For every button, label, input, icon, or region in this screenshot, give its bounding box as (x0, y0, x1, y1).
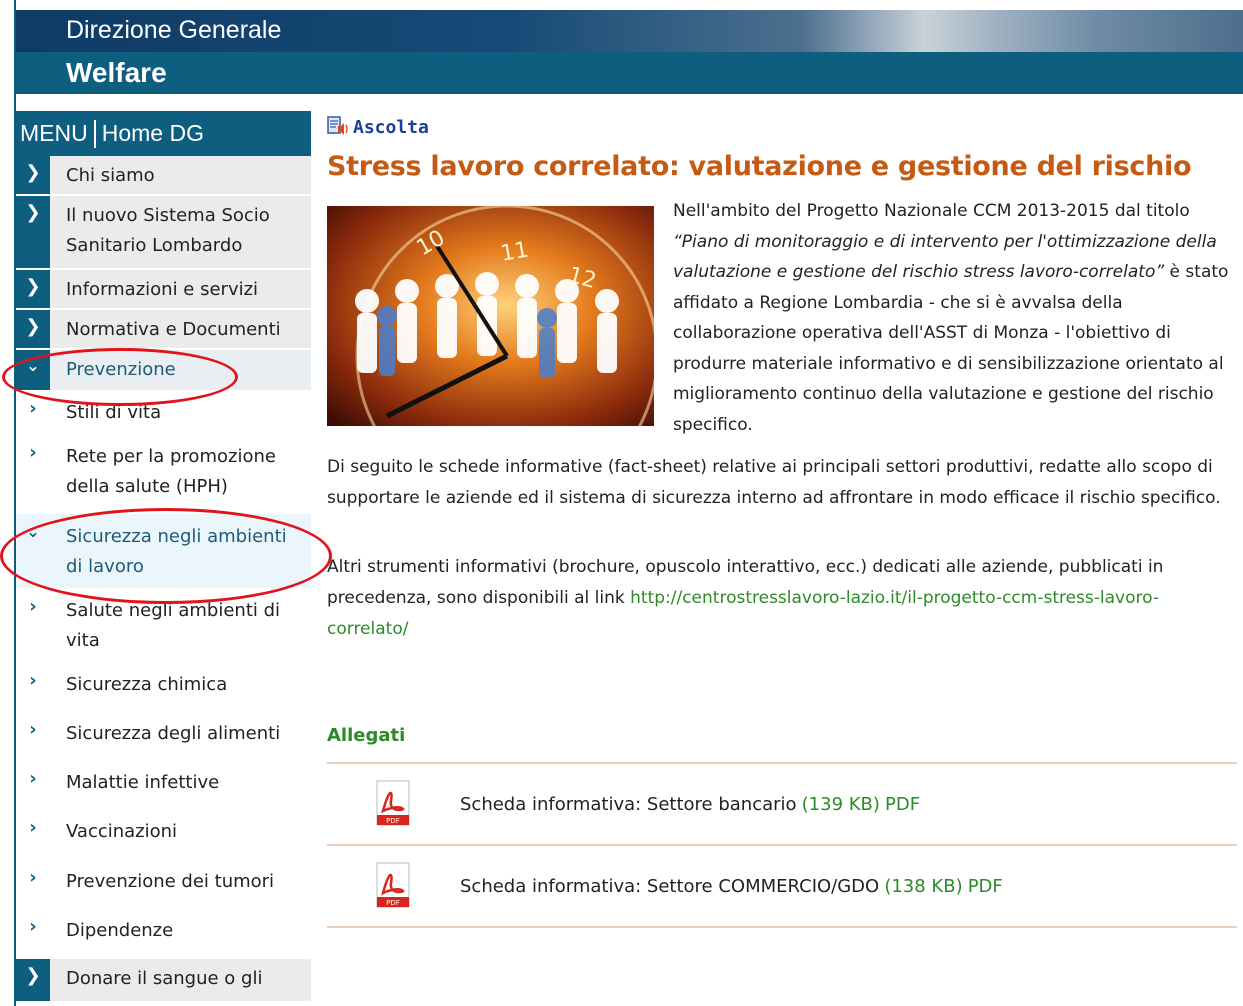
menu-header: MENU Home DG (16, 111, 311, 156)
subitem-label: Dipendenze (66, 920, 174, 941)
subitem-vaccinazioni[interactable]: › Vaccinazioni (16, 815, 311, 865)
chevron-right-icon: ❯ (16, 156, 50, 194)
subitem-malattie-infettive[interactable]: › Malattie infettive (16, 766, 311, 815)
ascolta-button[interactable]: Ascolta (327, 111, 1237, 143)
subitem-label: Rete per la promozione della salute (HPH… (66, 446, 276, 497)
attachment-size: (138 KB) (884, 875, 963, 897)
svg-text:11: 11 (499, 237, 531, 266)
sidebar-item-sistema-socio-sanitario[interactable]: ❯ Il nuovo Sistema Socio Sanitario Lomba… (16, 196, 311, 270)
attachment-row[interactable]: PDF Scheda informativa: Settore COMMERCI… (327, 846, 1237, 928)
subitem-rete-hph[interactable]: › Rete per la promozione della salute (H… (16, 434, 311, 514)
sidebar-item-donare-sangue[interactable]: ❯ Donare il sangue o gli (16, 959, 311, 1003)
menu-label: MENU (20, 120, 88, 146)
page-title: Stress lavoro correlato: valutazione e g… (327, 151, 1192, 182)
intro-paragraph: Nell'ambito del Progetto Nazionale CCM 2… (673, 196, 1233, 440)
ascolta-label: Ascolta (353, 116, 429, 138)
main-content: Ascolta Stress lavoro correlato: valutaz… (327, 111, 1237, 928)
intro-text-part1: Nell'ambito del Progetto Nazionale CCM 2… (673, 201, 1190, 221)
subitem-label: Prevenzione dei tumori (66, 871, 275, 892)
chevron-right-icon: › (29, 768, 37, 789)
pdf-icon: PDF (371, 861, 415, 911)
site-header: Direzione Generale Welfare (16, 10, 1243, 94)
home-dg-link[interactable]: Home DG (102, 120, 204, 147)
sidebar-item-label: Donare il sangue o gli (66, 968, 263, 989)
clock-people-image: 10 11 12 (327, 206, 654, 426)
chevron-right-icon: › (29, 670, 37, 691)
chevron-right-icon: ❯ (16, 270, 50, 308)
sidebar-item-chi-siamo[interactable]: ❯ Chi siamo (16, 156, 311, 196)
header-top-band: Direzione Generale (16, 10, 1243, 52)
subitem-label: Sicurezza degli alimenti (66, 723, 281, 744)
chevron-right-icon: › (29, 596, 37, 617)
attachment-type: PDF (885, 793, 921, 815)
sidebar-item-label: Normativa e Documenti (66, 319, 281, 340)
sidebar-item-normativa-documenti[interactable]: ❯ Normativa e Documenti (16, 310, 311, 350)
speaker-icon (327, 116, 349, 138)
annotation-circle-sicurezza (0, 508, 332, 604)
pdf-icon: PDF (371, 779, 415, 829)
other-tools-paragraph: Altri strumenti informativi (brochure, o… (327, 552, 1237, 645)
attachment-type: PDF (967, 875, 1003, 897)
attachment-size: (139 KB) (801, 793, 880, 815)
intro-text-italic: “Piano di monitoraggio e di intervento p… (673, 231, 1217, 283)
subitem-prevenzione-tumori[interactable]: › Prevenzione dei tumori (16, 865, 311, 914)
subitem-sicurezza-alimenti[interactable]: › Sicurezza degli alimenti (16, 717, 311, 766)
attachment-list: PDF Scheda informativa: Settore bancario… (327, 762, 1237, 928)
subitem-dipendenze[interactable]: › Dipendenze (16, 914, 311, 959)
chevron-right-icon: › (29, 817, 37, 838)
header-title-line1: Direzione Generale (66, 16, 282, 44)
annotation-circle-prevenzione (2, 348, 238, 406)
chevron-right-icon: › (29, 916, 37, 937)
subitem-label: Malattie infettive (66, 772, 220, 793)
chevron-right-icon: ❯ (16, 310, 50, 348)
intro-section: 10 11 12 Nell'ambito del Progetto Nazion… (327, 196, 1237, 436)
sidebar-item-informazioni-servizi[interactable]: ❯ Informazioni e servizi (16, 270, 311, 310)
header-bottom-band: Welfare (16, 52, 1243, 94)
sidebar-item-label: Il nuovo Sistema Socio Sanitario Lombard… (66, 205, 270, 256)
svg-text:PDF: PDF (386, 899, 400, 907)
attachment-name: Scheda informativa: Settore bancario (460, 793, 797, 815)
subitem-label: Sicurezza chimica (66, 674, 228, 695)
attachment-name: Scheda informativa: Settore COMMERCIO/GD… (460, 875, 880, 897)
intro-text-part2: è stato affidato a Regione Lombardia - c… (673, 262, 1229, 435)
sidebar-item-label: Informazioni e servizi (66, 279, 259, 300)
factsheet-paragraph: Di seguito le schede informative (fact-s… (327, 457, 1221, 508)
svg-text:PDF: PDF (386, 817, 400, 825)
chevron-right-icon: › (29, 442, 37, 463)
left-border (0, 0, 16, 1006)
attachment-row[interactable]: PDF Scheda informativa: Settore bancario… (327, 764, 1237, 846)
header-title-line2[interactable]: Welfare (66, 57, 167, 89)
chevron-right-icon: › (29, 867, 37, 888)
subitem-label: Vaccinazioni (66, 821, 178, 842)
subitem-sicurezza-chimica[interactable]: › Sicurezza chimica (16, 668, 311, 717)
allegati-heading: Allegati (327, 725, 406, 746)
chevron-right-icon: ❯ (16, 959, 50, 1001)
menu-separator (93, 119, 96, 148)
chevron-right-icon: › (29, 719, 37, 740)
sidebar-item-label: Chi siamo (66, 165, 155, 186)
chevron-right-icon: ❯ (16, 196, 50, 268)
